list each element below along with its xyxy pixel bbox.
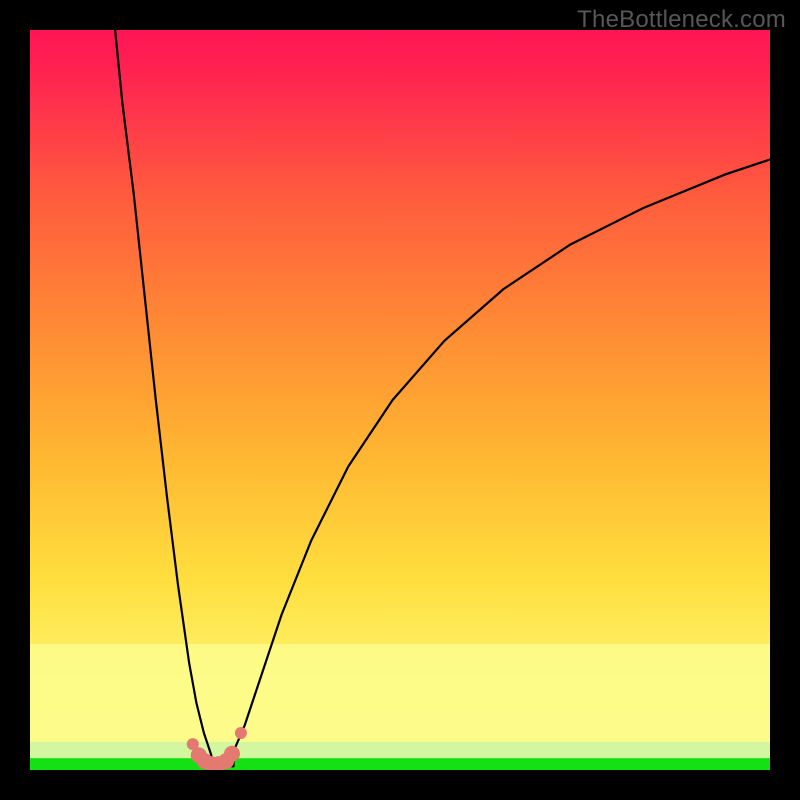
plot-svg: [30, 30, 770, 770]
green-band: [30, 758, 770, 770]
plot-area: [30, 30, 770, 770]
pale-green-band: [30, 742, 770, 758]
watermark-text: TheBottleneck.com: [577, 6, 786, 34]
yellow-band: [30, 644, 770, 742]
trough-marker: [235, 727, 247, 739]
chart-frame: { "watermark": "TheBottleneck.com", "col…: [0, 0, 800, 800]
trough-marker: [224, 746, 240, 762]
